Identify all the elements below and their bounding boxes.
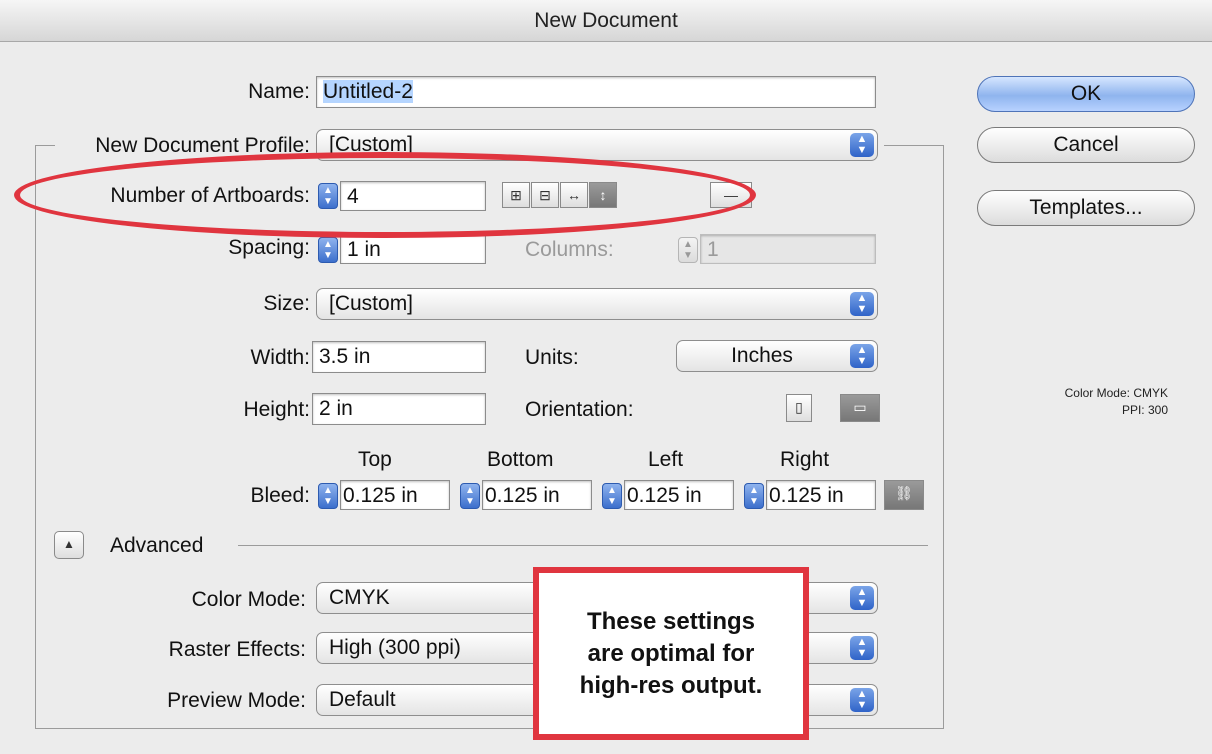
bleed-header-left: Left xyxy=(648,448,684,471)
advanced-label: Advanced xyxy=(110,534,204,557)
color-mode-value: CMYK xyxy=(329,586,390,609)
units-value: Inches xyxy=(731,344,793,367)
preview-mode-value: Default xyxy=(329,688,396,711)
size-value: [Custom] xyxy=(329,292,414,315)
size-label: Size: xyxy=(263,292,310,315)
bleed-right-field[interactable]: 0.125 in xyxy=(766,480,876,510)
units-popup[interactable]: Inches ▲ ▼ xyxy=(676,340,878,372)
dialog-title: New Document xyxy=(0,0,1212,42)
callout-line-1: These settings xyxy=(586,607,756,635)
units-label: Units: xyxy=(525,346,579,369)
columns-label: Columns: xyxy=(525,238,614,261)
width-field[interactable]: 3.5 in xyxy=(312,341,486,373)
preview-mode-label: Preview Mode: xyxy=(167,689,306,712)
raster-effects-label: Raster Effects: xyxy=(168,638,306,661)
bleed-label: Bleed: xyxy=(250,484,310,507)
size-popup[interactable]: [Custom] ▲ ▼ xyxy=(316,288,878,320)
cancel-button[interactable]: Cancel xyxy=(977,127,1195,163)
spacing-stepper[interactable]: ▲ ▼ xyxy=(318,237,338,263)
columns-field: 1 xyxy=(700,234,876,264)
columns-stepper: ▲ ▼ xyxy=(678,237,698,263)
popup-arrows-icon: ▲ ▼ xyxy=(850,133,874,157)
info-ppi: PPI: 300 xyxy=(1121,403,1168,417)
ok-button[interactable]: OK xyxy=(977,76,1195,112)
name-label: Name: xyxy=(248,80,310,103)
link-bleed-icon[interactable]: ⛓ xyxy=(884,480,924,510)
raster-effects-value: High (300 ppi) xyxy=(329,636,461,659)
width-label: Width: xyxy=(250,346,310,369)
portrait-orientation-icon[interactable]: ▯ xyxy=(786,394,812,422)
highlight-oval xyxy=(14,152,756,238)
bleed-header-bottom: Bottom xyxy=(487,448,554,471)
profile-frame-left xyxy=(35,145,55,146)
bleed-left-field[interactable]: 0.125 in xyxy=(624,480,734,510)
callout-line-3: high-res output. xyxy=(579,671,763,699)
landscape-orientation-icon[interactable]: ▭ xyxy=(840,394,880,422)
callout-line-2: are optimal for xyxy=(587,639,755,667)
popup-arrows-icon: ▲ ▼ xyxy=(850,586,874,610)
callout-box: These settings are optimal for high-res … xyxy=(533,567,809,740)
bleed-bottom-stepper[interactable]: ▲ ▼ xyxy=(460,483,480,509)
bleed-header-top: Top xyxy=(358,448,392,471)
popup-arrows-icon: ▲ ▼ xyxy=(850,344,874,368)
color-mode-label: Color Mode: xyxy=(191,588,306,611)
popup-arrows-icon: ▲ ▼ xyxy=(850,292,874,316)
profile-frame-right xyxy=(884,145,944,146)
templates-button[interactable]: Templates... xyxy=(977,190,1195,226)
bleed-left-stepper[interactable]: ▲ ▼ xyxy=(602,483,622,509)
advanced-separator xyxy=(238,545,928,546)
bleed-top-field[interactable]: 0.125 in xyxy=(340,480,450,510)
height-field[interactable]: 2 in xyxy=(312,393,486,425)
spacing-field[interactable]: 1 in xyxy=(340,234,486,264)
advanced-disclosure-icon[interactable]: ▲ xyxy=(54,531,84,559)
height-label: Height: xyxy=(243,398,310,421)
spacing-label: Spacing: xyxy=(228,236,310,259)
orientation-label: Orientation: xyxy=(525,398,634,421)
bleed-header-right: Right xyxy=(780,448,830,471)
popup-arrows-icon: ▲ ▼ xyxy=(850,636,874,660)
frame-right-edge xyxy=(943,145,944,729)
bleed-right-stepper[interactable]: ▲ ▼ xyxy=(744,483,764,509)
bleed-top-stepper[interactable]: ▲ ▼ xyxy=(318,483,338,509)
info-color-mode: Color Mode: CMYK xyxy=(1064,386,1168,400)
frame-left-edge xyxy=(35,145,36,729)
name-value: Untitled-2 xyxy=(323,80,413,103)
name-field[interactable]: Untitled-2 xyxy=(316,76,876,108)
bleed-bottom-field[interactable]: 0.125 in xyxy=(482,480,592,510)
popup-arrows-icon: ▲ ▼ xyxy=(850,688,874,712)
